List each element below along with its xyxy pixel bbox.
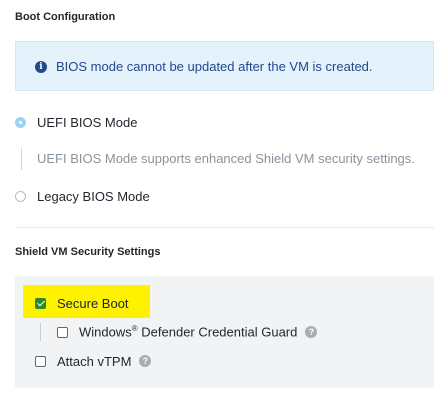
attach-vtpm-option[interactable]: Attach vTPM ? [35,352,152,370]
defender-credential-guard-checkbox[interactable] [57,326,68,338]
attach-vtpm-checkbox[interactable] [35,355,46,367]
shield-vm-security-title: Shield VM Security Settings [15,246,161,258]
section-divider [15,227,434,228]
defender-indent-bar [40,323,41,341]
bios-info-banner: i BIOS mode cannot be updated after the … [15,41,434,91]
radio-legacy-bios-mode[interactable]: Legacy BIOS Mode [15,187,150,205]
uefi-radio-label[interactable]: UEFI BIOS Mode [37,115,137,130]
legacy-radio-button[interactable] [15,190,26,202]
secure-boot-checkbox[interactable] [35,297,46,309]
uefi-description-bar [21,148,22,170]
help-icon[interactable]: ? [305,326,318,338]
info-icon: i [35,61,47,73]
info-banner-text: BIOS mode cannot be updated after the VM… [56,59,373,74]
secure-boot-label[interactable]: Secure Boot [57,296,129,311]
help-icon[interactable]: ? [139,355,152,367]
secure-boot-option[interactable]: Secure Boot [35,294,129,312]
legacy-radio-label[interactable]: Legacy BIOS Mode [37,189,150,204]
boot-configuration-title: Boot Configuration [15,11,116,23]
defender-label-windows: Windows [79,324,132,340]
defender-credential-guard-option[interactable]: Windows® Defender Credential Guard ? [57,323,318,341]
uefi-description: UEFI BIOS Mode supports enhanced Shield … [37,151,415,166]
defender-label-rest: Defender Credential Guard [137,324,298,340]
uefi-radio-button[interactable] [15,116,26,128]
radio-uefi-bios-mode[interactable]: UEFI BIOS Mode [15,113,137,131]
defender-credential-guard-label[interactable]: Windows® Defender Credential Guard [79,324,297,339]
attach-vtpm-label[interactable]: Attach vTPM [57,354,131,369]
